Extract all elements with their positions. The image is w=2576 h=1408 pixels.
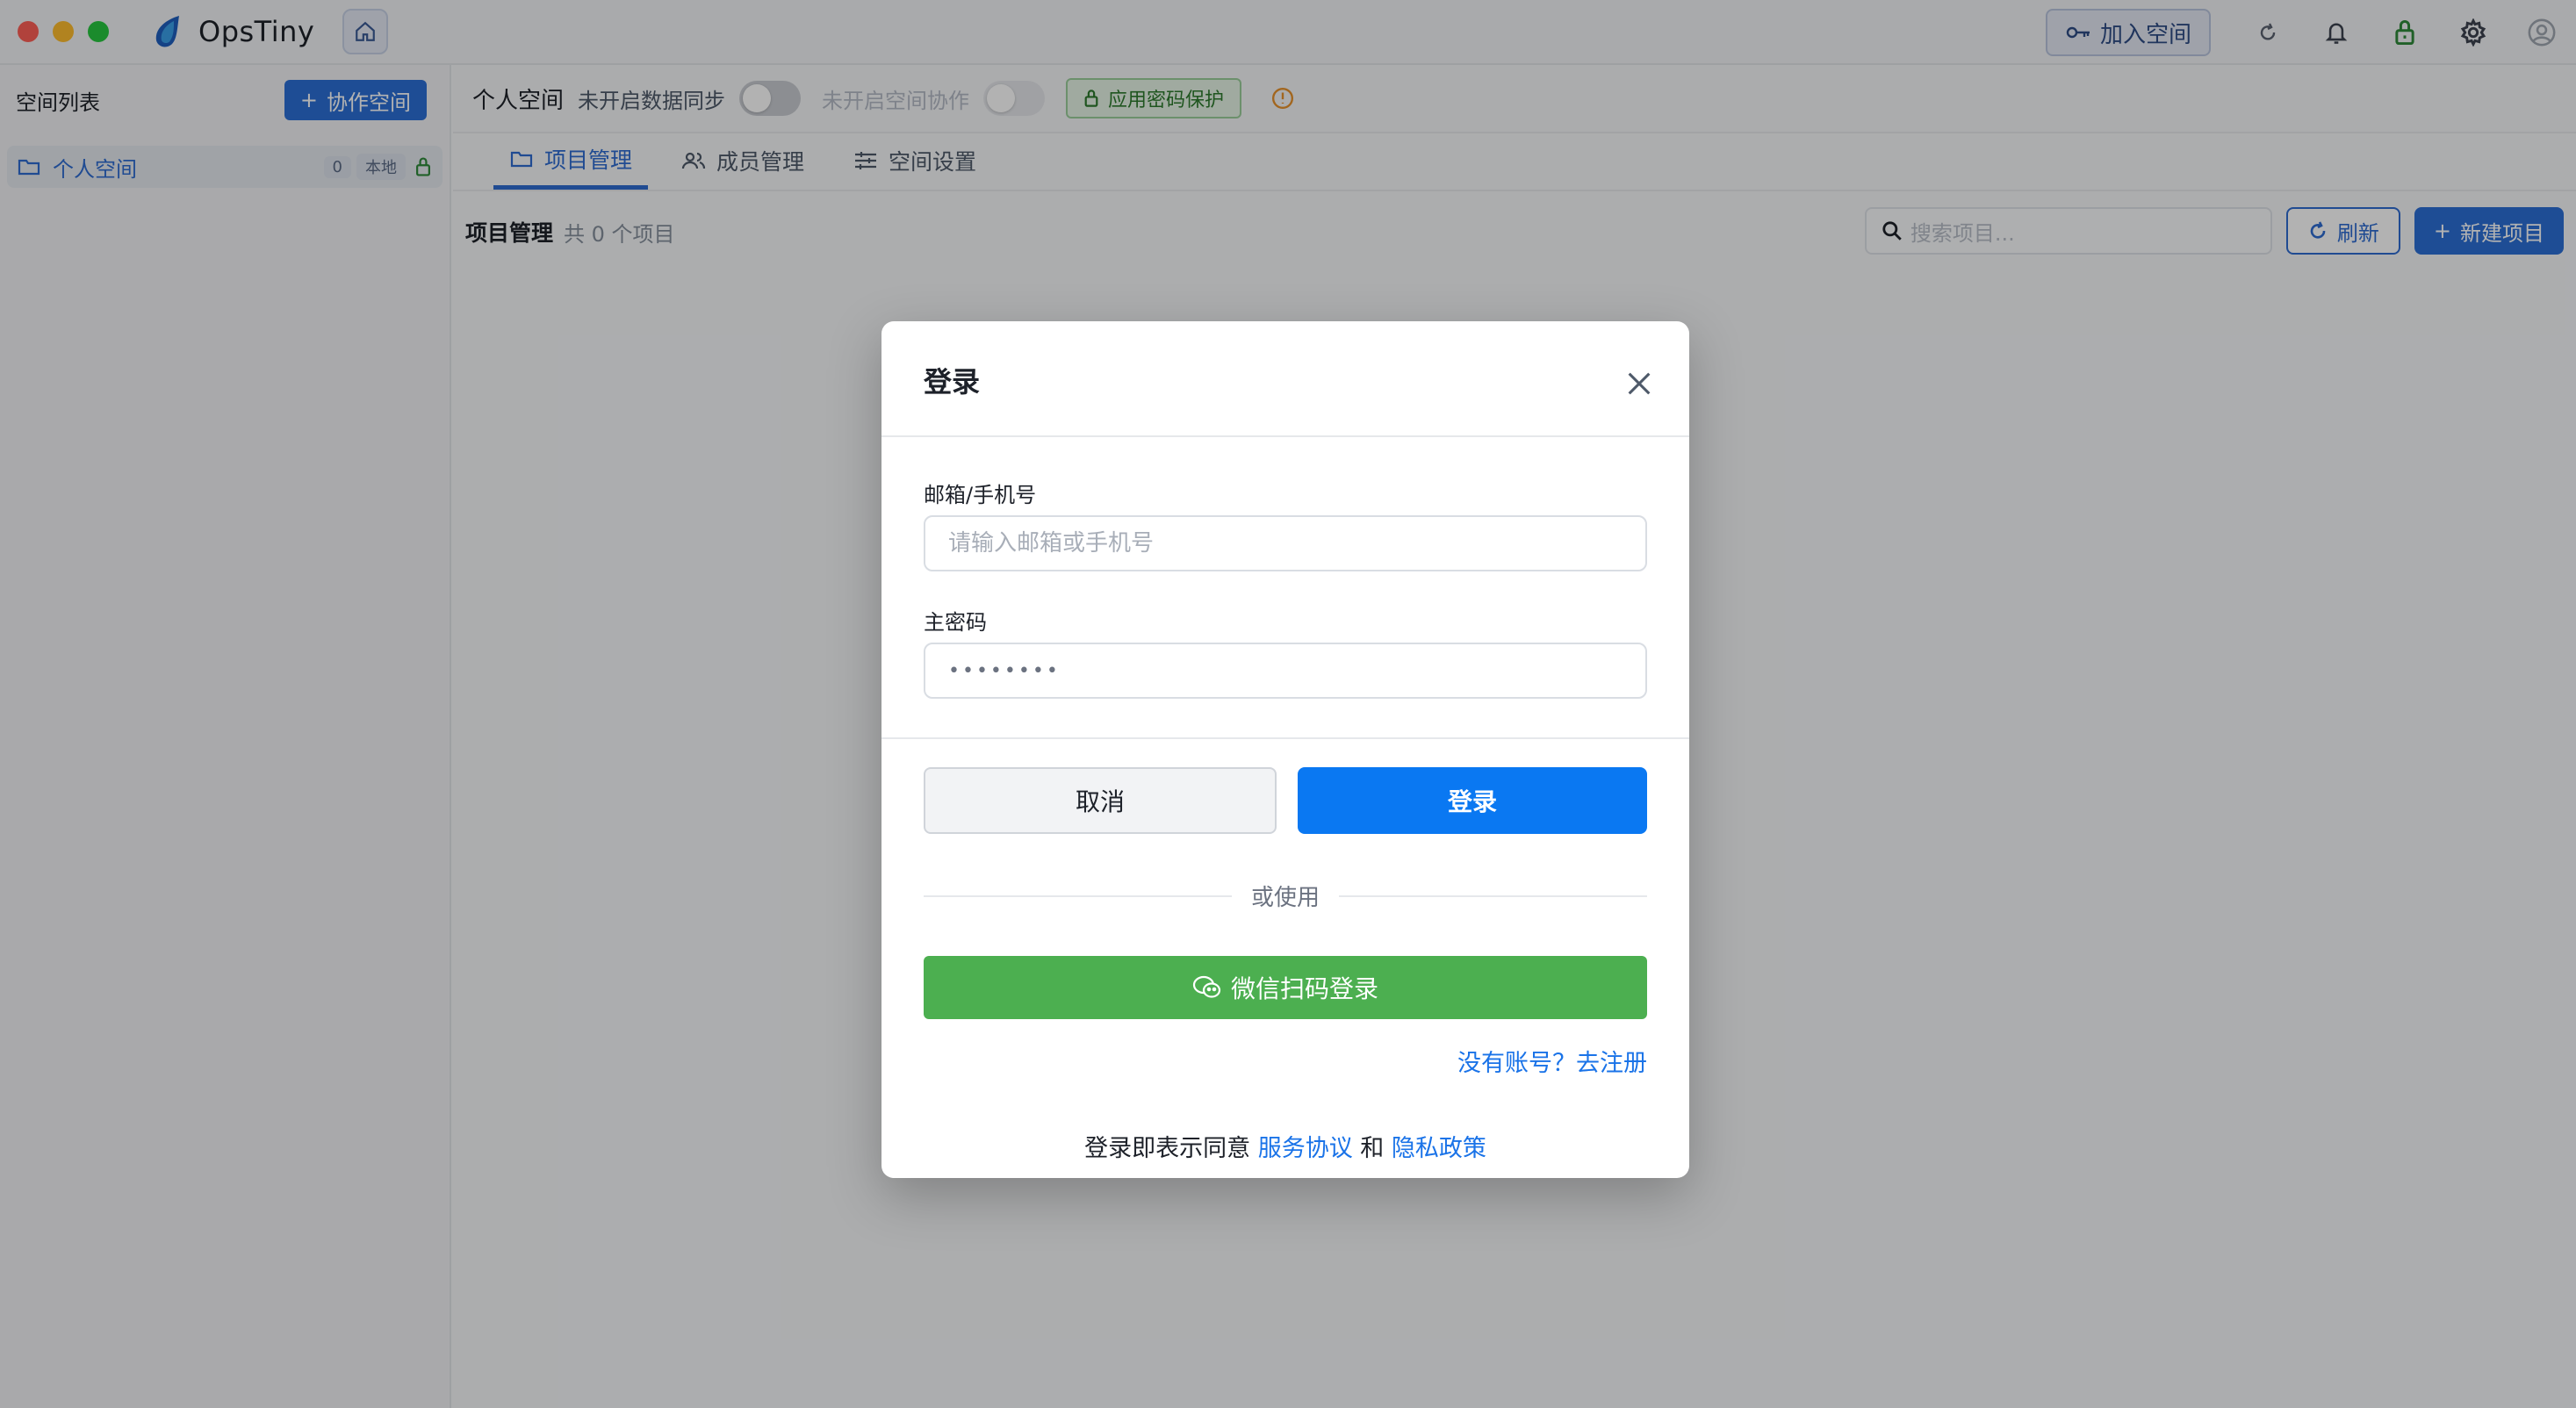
agreement-text: 登录即表示同意 服务协议 和 隐私政策 — [881, 1129, 1689, 1163]
login-actions: 取消 登录 — [881, 739, 1689, 834]
login-dialog: 登录 邮箱/手机号 主密码 •••••••• 取消 登录 或使用 微信扫码登录 … — [881, 321, 1689, 1178]
login-dialog-title: 登录 — [924, 365, 981, 399]
privacy-link[interactable]: 隐私政策 — [1392, 1135, 1486, 1162]
login-form: 邮箱/手机号 主密码 •••••••• — [881, 437, 1689, 739]
wechat-login-button[interactable]: 微信扫码登录 — [924, 956, 1647, 1019]
wechat-login-label: 微信扫码登录 — [1230, 974, 1378, 1003]
password-mask: •••••••• — [948, 659, 1061, 682]
close-icon[interactable] — [1624, 369, 1654, 399]
register-link[interactable]: 没有账号？去注册 — [881, 1044, 1689, 1078]
agree-prefix: 登录即表示同意 — [1084, 1135, 1251, 1162]
divider-line — [924, 894, 1232, 897]
wechat-icon — [1192, 975, 1221, 998]
divider-line — [1339, 894, 1648, 897]
login-dialog-header: 登录 — [881, 321, 1689, 437]
cancel-button[interactable]: 取消 — [924, 767, 1277, 834]
or-text: 或使用 — [1251, 885, 1320, 911]
password-label: 主密码 — [924, 610, 987, 635]
login-button[interactable]: 登录 — [1298, 767, 1647, 834]
password-input[interactable]: •••••••• — [924, 643, 1647, 699]
account-label: 邮箱/手机号 — [924, 483, 1037, 507]
and-text: 和 — [1360, 1135, 1385, 1162]
account-input[interactable] — [924, 515, 1647, 571]
terms-link[interactable]: 服务协议 — [1258, 1135, 1353, 1162]
or-divider: 或使用 — [881, 880, 1689, 912]
